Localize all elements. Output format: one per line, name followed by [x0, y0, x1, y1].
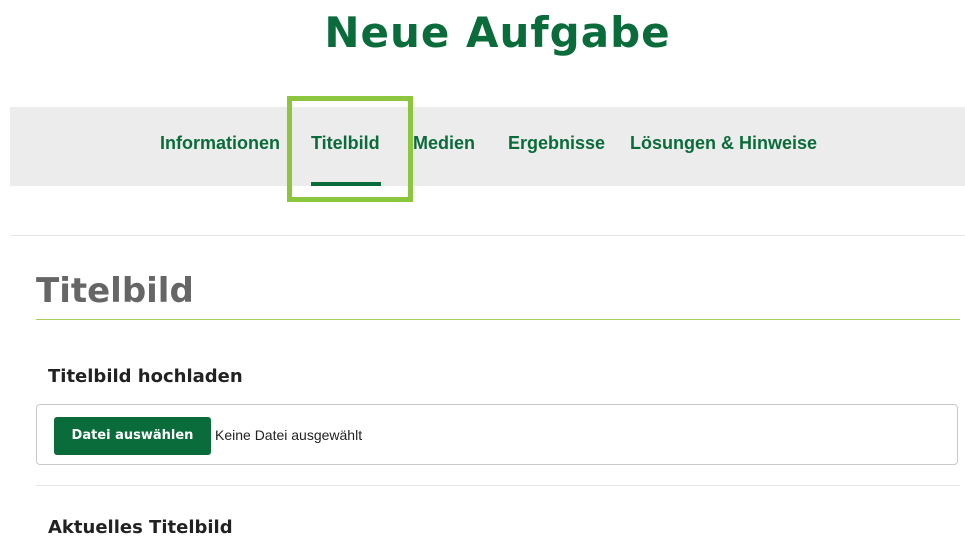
upload-heading: Titelbild hochladen: [48, 366, 243, 387]
file-upload-field[interactable]: Datei auswählen Keine Datei ausgewählt: [36, 404, 958, 465]
choose-file-button[interactable]: Datei auswählen: [54, 417, 211, 455]
tab-highlight-frame: [287, 96, 413, 202]
page-title: Neue Aufgabe: [324, 8, 671, 57]
tab-loesungen-hinweise[interactable]: Lösungen & Hinweise: [630, 133, 817, 154]
page: Neue Aufgabe Informationen Titelbild Med…: [0, 0, 965, 537]
section-title: Titelbild: [36, 271, 194, 311]
section-rule: [36, 319, 960, 320]
tab-ergebnisse[interactable]: Ergebnisse: [508, 133, 605, 154]
divider: [36, 485, 960, 486]
divider: [10, 235, 965, 236]
file-status-text: Keine Datei ausgewählt: [215, 427, 363, 443]
tab-bar: Informationen Titelbild Medien Ergebniss…: [10, 107, 965, 186]
current-image-heading: Aktuelles Titelbild: [48, 517, 233, 537]
tab-informationen[interactable]: Informationen: [160, 133, 280, 154]
tab-medien[interactable]: Medien: [413, 133, 475, 154]
